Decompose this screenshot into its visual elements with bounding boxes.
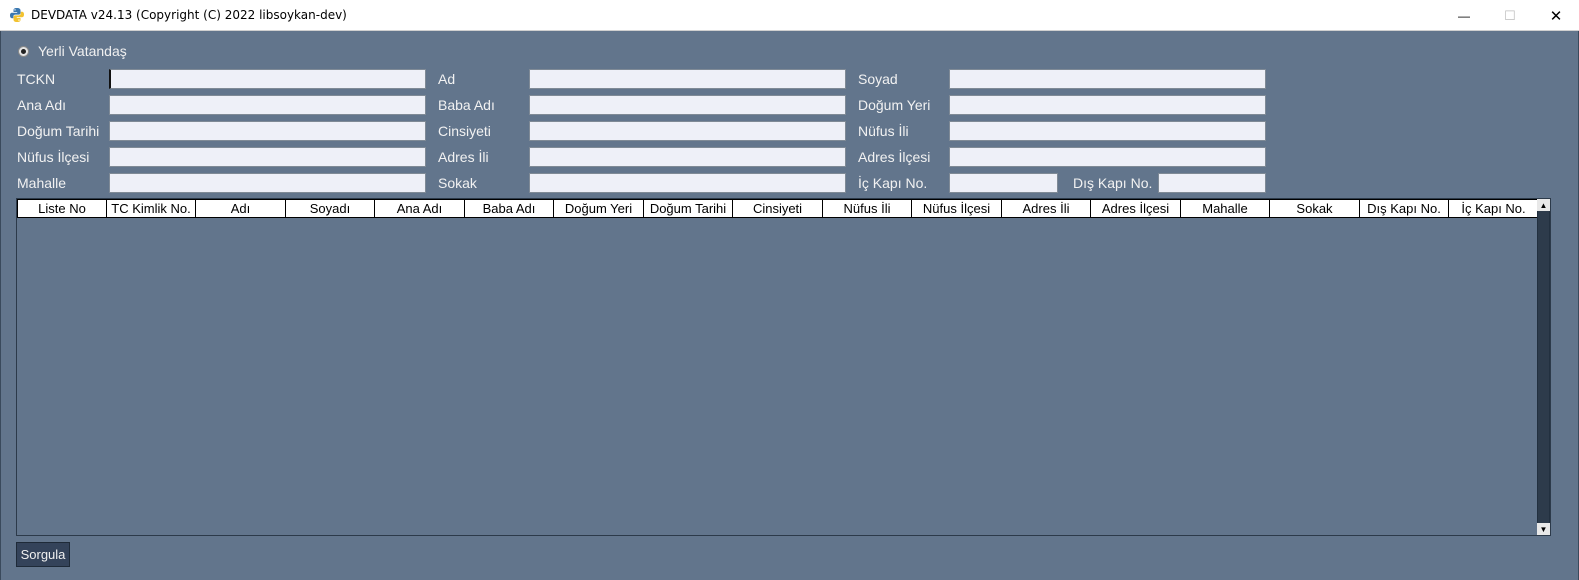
mahalle-input[interactable]	[109, 173, 426, 193]
citizen-type-radio[interactable]: Yerli Vatandaş	[18, 43, 127, 59]
dogum-yeri-input[interactable]	[949, 95, 1266, 115]
dis-kapi-no-input[interactable]	[1158, 173, 1266, 193]
column-header-adres-ili[interactable]: Adres İli	[1002, 199, 1091, 218]
scroll-up-arrow-icon[interactable]: ▲	[1537, 199, 1550, 211]
maximize-icon: ☐	[1504, 7, 1516, 23]
window-title: DEVDATA v24.13 (Copyright (C) 2022 libso…	[31, 8, 347, 22]
nufus-ilcesi-input[interactable]	[109, 147, 426, 167]
minimize-button[interactable]: —	[1441, 0, 1487, 31]
dis-kapi-no-label: Dış Kapı No.	[1073, 175, 1153, 191]
window-border-left	[0, 31, 1, 580]
adres-ili-label: Adres İli	[438, 149, 489, 165]
minimize-icon: —	[1458, 8, 1470, 23]
sokak-label: Sokak	[438, 175, 477, 191]
dogum-tarihi-input[interactable]	[109, 121, 426, 141]
adres-ili-input[interactable]	[529, 147, 846, 167]
radio-label: Yerli Vatandaş	[38, 43, 127, 59]
column-header-nufus-ili[interactable]: Nüfus İli	[823, 199, 912, 218]
column-header-dis-kapi-no[interactable]: Dış Kapı No.	[1360, 199, 1449, 218]
column-header-baba-adi[interactable]: Baba Adı	[465, 199, 554, 218]
baba-adi-label: Baba Adı	[438, 97, 495, 113]
mahalle-label: Mahalle	[17, 175, 67, 191]
scrollbar-track[interactable]	[1538, 211, 1549, 523]
column-header-ana-adi[interactable]: Ana Adı	[375, 199, 465, 218]
nufus-ili-label: Nüfus İli	[858, 123, 909, 139]
column-header-cinsiyeti[interactable]: Cinsiyeti	[733, 199, 823, 218]
column-header-mahalle[interactable]: Mahalle	[1181, 199, 1270, 218]
python-app-icon	[10, 8, 24, 22]
query-button[interactable]: Sorgula	[16, 542, 70, 567]
column-header-soyadi[interactable]: Soyadı	[286, 199, 375, 218]
column-header-tc-kimlik-no[interactable]: TC Kimlik No.	[107, 199, 196, 218]
column-header-dogum-yeri[interactable]: Doğum Yeri	[554, 199, 644, 218]
column-header-ic-kapi-no[interactable]: İç Kapı No.	[1449, 199, 1539, 218]
column-header-sokak[interactable]: Sokak	[1270, 199, 1360, 218]
results-table[interactable]: Liste No TC Kimlik No. Adı Soyadı Ana Ad…	[16, 198, 1551, 536]
close-icon: ✕	[1549, 7, 1563, 25]
soyad-input[interactable]	[949, 69, 1266, 89]
soyad-label: Soyad	[858, 71, 898, 87]
column-header-adi[interactable]: Adı	[196, 199, 286, 218]
ad-input[interactable]	[529, 69, 846, 89]
column-header-dogum-tarihi[interactable]: Doğum Tarihi	[644, 199, 733, 218]
ic-kapi-no-label: İç Kapı No.	[858, 175, 928, 191]
scroll-down-arrow-icon[interactable]: ▼	[1537, 523, 1550, 535]
baba-adi-input[interactable]	[529, 95, 846, 115]
radio-selected-icon[interactable]	[18, 45, 29, 57]
dogum-yeri-label: Doğum Yeri	[858, 97, 931, 113]
adres-ilcesi-input[interactable]	[949, 147, 1266, 167]
sokak-input[interactable]	[529, 173, 846, 193]
tckn-label: TCKN	[17, 71, 56, 87]
dogum-tarihi-label: Doğum Tarihi	[17, 123, 100, 139]
tckn-input[interactable]	[109, 69, 426, 89]
ic-kapi-no-input[interactable]	[949, 173, 1058, 193]
column-header-adres-ilcesi[interactable]: Adres İlçesi	[1091, 199, 1181, 218]
ana-adi-label: Ana Adı	[17, 97, 67, 113]
title-bar: DEVDATA v24.13 (Copyright (C) 2022 libso…	[0, 0, 1579, 31]
nufus-ili-input[interactable]	[949, 121, 1266, 141]
cinsiyeti-label: Cinsiyeti	[438, 123, 491, 139]
maximize-button[interactable]: ☐	[1487, 0, 1533, 31]
ad-label: Ad	[438, 71, 456, 87]
ana-adi-input[interactable]	[109, 95, 426, 115]
nufus-ilcesi-label: Nüfus İlçesi	[17, 149, 90, 165]
column-header-nufus-ilcesi[interactable]: Nüfus İlçesi	[912, 199, 1002, 218]
cinsiyeti-input[interactable]	[529, 121, 846, 141]
table-header: Liste No TC Kimlik No. Adı Soyadı Ana Ad…	[17, 199, 1539, 218]
table-vertical-scrollbar[interactable]: ▲ ▼	[1537, 199, 1550, 535]
close-button[interactable]: ✕	[1533, 0, 1579, 31]
column-header-liste-no[interactable]: Liste No	[17, 199, 107, 218]
adres-ilcesi-label: Adres İlçesi	[858, 149, 931, 165]
